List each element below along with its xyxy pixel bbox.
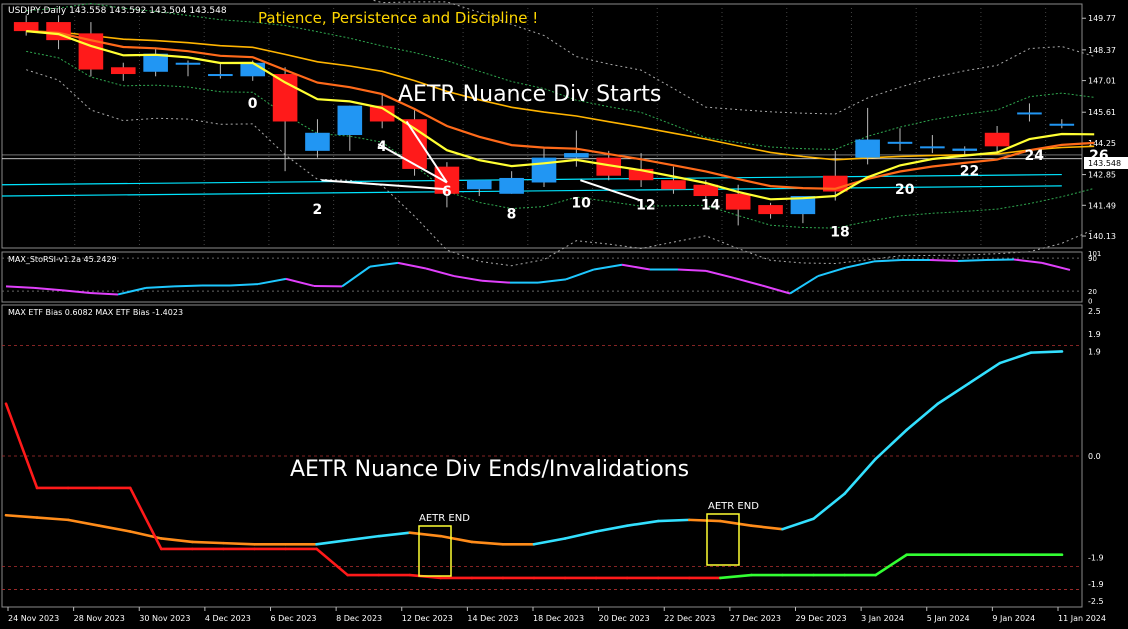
x-tick-label: 4 Dec 2023 — [205, 614, 251, 623]
etf-tick-label: -2.5 — [1088, 597, 1104, 606]
candle-body — [984, 132, 1010, 147]
etf-main-segment — [1029, 350, 1064, 354]
candle-body — [564, 153, 589, 158]
x-tick-label: 22 Dec 2023 — [664, 614, 715, 623]
y-tick-label: 141.49 — [1088, 201, 1116, 210]
x-tick-label: 27 Dec 2023 — [730, 614, 781, 623]
symbol-header: USDJPY,Daily 143.558 143.592 143.504 143… — [8, 6, 227, 16]
etf-main-segment — [222, 541, 256, 546]
count-label: 10 — [571, 195, 591, 211]
candle-body — [337, 105, 363, 136]
count-label: 24 — [1024, 148, 1044, 164]
stoch-segment — [957, 259, 987, 262]
x-tick-label: 30 Nov 2023 — [139, 614, 190, 623]
count-label: 18 — [830, 225, 849, 241]
etf-main-segment — [191, 540, 225, 545]
trading-chart: 149.77148.37147.01145.61144.25142.85141.… — [0, 0, 1128, 629]
x-tick-label: 8 Dec 2023 — [336, 614, 382, 623]
candle-body — [13, 22, 39, 32]
stoch-segment — [873, 259, 903, 263]
current-price-label: 143.548 — [1088, 159, 1121, 168]
x-tick-label: 12 Dec 2023 — [402, 614, 453, 623]
candle-body — [208, 74, 233, 77]
stoch-segment — [5, 285, 35, 289]
aetr-end-label-1: AETR END — [419, 513, 470, 524]
stoch-tick-label: 0 — [1088, 298, 1092, 306]
y-tick-label: 147.01 — [1088, 77, 1116, 86]
y-tick-label: 145.61 — [1088, 108, 1116, 117]
candle-body — [920, 146, 945, 149]
candle-body — [887, 141, 913, 144]
count-label: 6 — [442, 184, 452, 200]
candle-body — [1017, 112, 1042, 115]
stoch-segment — [677, 268, 707, 272]
etf-tick-label: -1.9 — [1088, 554, 1104, 563]
stoch-tick-label: 20 — [1088, 288, 1097, 296]
stoch-tick-label: 90 — [1088, 255, 1097, 263]
stoch-segment — [929, 259, 959, 262]
y-tick-label: 149.77 — [1088, 14, 1116, 23]
x-tick-label: 28 Nov 2023 — [74, 614, 125, 623]
etf-tick-label: 2.5 — [1088, 307, 1101, 316]
stoch-segment — [145, 285, 175, 289]
stoch-segment — [173, 284, 203, 288]
etf-main-segment — [687, 518, 722, 523]
div-ends-annotation: AETR Nuance Div Ends/Invalidations — [290, 457, 689, 482]
candle-body — [175, 62, 201, 65]
x-tick-label: 11 Jan 2024 — [1058, 614, 1106, 623]
count-label: 0 — [248, 96, 258, 112]
div-starts-annotation: AETR Nuance Div Starts — [398, 82, 661, 107]
stoch-title: MAX_StoRSI-v1.2a 45.2429 — [8, 255, 117, 264]
candle-body — [758, 205, 783, 215]
count-label: 12 — [636, 198, 655, 214]
etf-tick-label: -1.9 — [1088, 580, 1104, 589]
y-tick-label: 142.85 — [1088, 171, 1116, 180]
x-tick-label: 20 Dec 2023 — [599, 614, 650, 623]
candle-body — [661, 180, 686, 190]
candle-body — [305, 132, 330, 151]
count-label: 8 — [507, 207, 517, 223]
y-tick-label: 148.37 — [1088, 46, 1116, 55]
stoch-segment — [229, 283, 259, 287]
x-tick-label: 24 Nov 2023 — [8, 614, 59, 623]
x-tick-label: 29 Dec 2023 — [796, 614, 847, 623]
candle-body — [466, 180, 492, 190]
candle-body — [1049, 123, 1075, 126]
count-label: 22 — [960, 164, 979, 180]
candle-body — [402, 119, 427, 169]
etf-tick-label: 1.9 — [1088, 347, 1101, 356]
stoch-segment — [89, 292, 119, 296]
x-tick-label: 9 Jan 2024 — [992, 614, 1035, 623]
candle-body — [855, 139, 880, 158]
y-tick-label: 140.13 — [1088, 232, 1116, 241]
count-label: 20 — [895, 182, 915, 198]
etf-main-segment — [656, 518, 691, 523]
candle-body — [952, 148, 978, 151]
etf-tick-label: 0.0 — [1088, 452, 1101, 461]
etf-title: MAX ETF Bias 0.6082 MAX ETF Bias -1.4023 — [8, 308, 183, 317]
count-label: 4 — [377, 139, 387, 155]
candle-body — [725, 193, 751, 210]
etf-tick-label: 1.9 — [1088, 330, 1101, 339]
x-tick-label: 14 Dec 2023 — [467, 614, 518, 623]
x-tick-label: 6 Dec 2023 — [271, 614, 317, 623]
motto-text: Patience, Persistence and Discipline ! — [258, 9, 538, 27]
count-label: 2 — [312, 202, 322, 218]
x-tick-label: 5 Jan 2024 — [927, 614, 970, 623]
candle-body — [240, 62, 266, 77]
candle-body — [110, 67, 136, 75]
candle-body — [499, 177, 524, 194]
aetr-end-label-2: AETR END — [708, 501, 759, 512]
count-label: 14 — [701, 198, 721, 214]
x-tick-label: 3 Jan 2024 — [861, 614, 904, 623]
x-tick-label: 18 Dec 2023 — [533, 614, 584, 623]
